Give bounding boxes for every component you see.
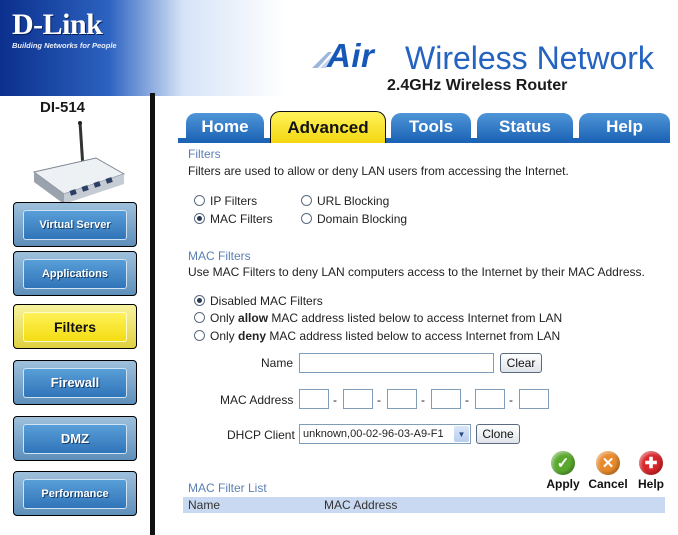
option-label: Only: [210, 329, 235, 343]
dhcp-client-label: DHCP Client: [227, 428, 295, 442]
main-content: Filters Filters are used to allow or den…: [183, 143, 670, 535]
plus-help-icon: ✚: [639, 451, 663, 475]
option-ip-filters[interactable]: IP Filters: [194, 194, 257, 208]
header-banner: D-Link Building Networks for People Air …: [0, 0, 678, 96]
mac-octet-5-input[interactable]: [475, 389, 505, 409]
brand-tagline: Building Networks for People: [12, 41, 117, 50]
mac-octet-2-input[interactable]: [343, 389, 373, 409]
mac-separator: -: [509, 393, 513, 407]
name-label: Name: [261, 356, 294, 370]
option-label: Only: [210, 311, 235, 325]
option-label: MAC address listed below to access Inter…: [269, 329, 561, 343]
mac-address-label: MAC Address: [220, 393, 294, 407]
mac-octet-6-input[interactable]: [519, 389, 549, 409]
option-mac-filters[interactable]: MAC Filters: [194, 212, 273, 226]
radio-selected-icon: [194, 213, 205, 224]
dhcp-client-selected: unknown,00-02-96-03-A9-F1: [303, 428, 444, 440]
mac-octet-1-input[interactable]: [299, 389, 329, 409]
apply-button[interactable]: ✓ Apply: [544, 451, 582, 491]
sidebar-item-label: Applications: [23, 258, 127, 289]
cancel-button[interactable]: ✕ Cancel: [584, 451, 632, 491]
radio-disabled-mac-filters[interactable]: Disabled MAC Filters: [194, 294, 323, 308]
sidebar-item-performance[interactable]: Performance: [13, 471, 137, 516]
mac-octet-3-input[interactable]: [387, 389, 417, 409]
dhcp-client-select[interactable]: unknown,00-02-96-03-A9-F1 ▼: [299, 424, 471, 444]
title-air: Air: [327, 37, 375, 74]
clone-button[interactable]: Clone: [476, 424, 520, 444]
sidebar-item-label: Virtual Server: [23, 209, 127, 240]
sidebar-item-label: Performance: [23, 478, 127, 509]
option-label: URL Blocking: [317, 194, 390, 208]
option-url-blocking[interactable]: URL Blocking: [301, 194, 389, 208]
radio-icon: [301, 195, 312, 206]
sidebar: DI-514 Virtual Server Applications Filte…: [0, 96, 150, 535]
sidebar-item-dmz[interactable]: DMZ: [13, 416, 137, 461]
sidebar-divider: [150, 93, 155, 535]
radio-icon: [194, 330, 205, 341]
help-button[interactable]: ✚ Help: [634, 451, 668, 491]
mac-filters-title: MAC Filters: [188, 249, 251, 263]
option-label: MAC address listed below to access Inter…: [271, 311, 563, 325]
model-name: DI-514: [40, 99, 86, 116]
option-label: MAC Filters: [210, 212, 273, 226]
checkmark-icon: ✓: [551, 451, 575, 475]
mac-separator: -: [333, 393, 337, 407]
option-label: Disabled MAC Filters: [210, 294, 323, 308]
brand-name: D-Link: [12, 8, 103, 41]
chevron-down-icon: ▼: [454, 426, 469, 442]
sidebar-item-applications[interactable]: Applications: [13, 251, 137, 296]
router-admin-page: D-Link Building Networks for People Air …: [0, 0, 678, 535]
sidebar-item-virtual-server[interactable]: Virtual Server: [13, 202, 137, 247]
mac-separator: -: [377, 393, 381, 407]
radio-only-allow[interactable]: Only allow MAC address listed below to a…: [194, 311, 562, 325]
radio-icon: [194, 312, 205, 323]
option-keyword: deny: [238, 329, 267, 343]
option-keyword: allow: [238, 311, 269, 325]
tab-help[interactable]: Help: [579, 113, 670, 141]
sidebar-item-label: DMZ: [23, 423, 127, 454]
clear-button[interactable]: Clear: [500, 353, 542, 373]
column-mac-address: MAC Address: [324, 498, 398, 512]
filters-title: Filters: [188, 147, 221, 161]
router-image-icon: [32, 121, 126, 204]
main-tabs: Home Advanced Tools Status Help: [178, 111, 670, 143]
tab-home[interactable]: Home: [186, 113, 264, 141]
option-domain-blocking[interactable]: Domain Blocking: [301, 212, 407, 226]
tab-advanced[interactable]: Advanced: [270, 111, 386, 143]
radio-selected-icon: [194, 295, 205, 306]
sidebar-item-filters[interactable]: Filters: [13, 304, 137, 349]
sidebar-item-label: Filters: [23, 311, 127, 342]
sidebar-item-firewall[interactable]: Firewall: [13, 360, 137, 405]
radio-only-deny[interactable]: Only deny MAC address listed below to ac…: [194, 329, 560, 343]
tab-status[interactable]: Status: [477, 113, 573, 141]
mac-octet-4-input[interactable]: [431, 389, 461, 409]
mac-filter-list-title: MAC Filter List: [188, 481, 267, 495]
title-wireless-network: Wireless Network: [405, 40, 654, 76]
product-subtitle: 2.4GHz Wireless Router: [387, 77, 568, 94]
sidebar-item-label: Firewall: [23, 367, 127, 398]
mac-filter-list-header: Name MAC Address: [183, 497, 665, 513]
radio-icon: [194, 195, 205, 206]
filters-description: Filters are used to allow or deny LAN us…: [188, 164, 569, 178]
mac-separator: -: [421, 393, 425, 407]
option-label: IP Filters: [210, 194, 258, 208]
tab-tools[interactable]: Tools: [391, 113, 471, 141]
radio-icon: [301, 213, 312, 224]
dlink-logo: D-Link Building Networks for People: [12, 8, 150, 51]
name-input[interactable]: [299, 353, 494, 373]
mac-filters-description: Use MAC Filters to deny LAN computers ac…: [188, 265, 645, 279]
column-name: Name: [188, 498, 221, 512]
help-label: Help: [637, 477, 664, 491]
mac-separator: -: [465, 393, 469, 407]
cancel-x-icon: ✕: [596, 451, 620, 475]
cancel-label: Cancel: [588, 477, 628, 491]
option-label: Domain Blocking: [317, 212, 408, 226]
apply-label: Apply: [546, 477, 580, 491]
